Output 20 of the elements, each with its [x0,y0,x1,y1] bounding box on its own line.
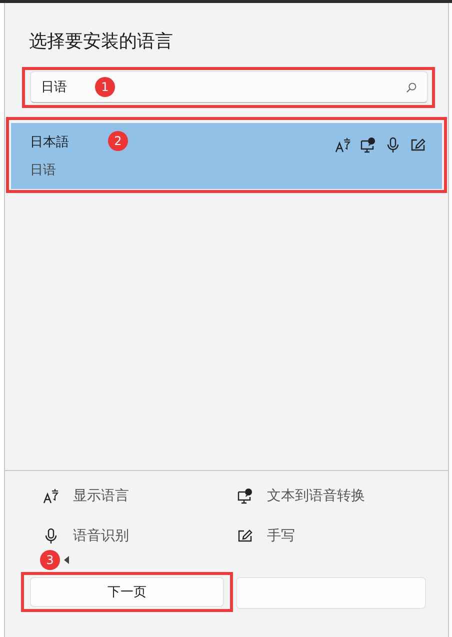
feature-label: 语音识别 [73,527,129,545]
language-icon [335,137,351,153]
feature-label: 文本到语音转换 [267,487,365,505]
caret-icon [64,556,69,564]
monitor-speech-icon [237,488,253,504]
search-text: 日语 [41,79,67,96]
step-badge: 3 [40,550,60,570]
monitor-speech-icon [360,137,376,153]
microphone-icon [385,137,401,153]
microphone-icon [43,528,59,544]
language-subtitle: 日语 [30,162,57,179]
next-button[interactable]: 下一页 [30,577,224,607]
pen-icon [410,137,426,153]
search-icon[interactable] [406,82,417,92]
feature-label: 手写 [267,527,295,545]
dialog-title: 选择要安装的语言 [28,30,174,54]
language-name: 日本語 [30,134,69,151]
language-icon [43,488,59,504]
pen-icon [237,528,253,544]
feature-label: 显示语言 [73,487,129,505]
